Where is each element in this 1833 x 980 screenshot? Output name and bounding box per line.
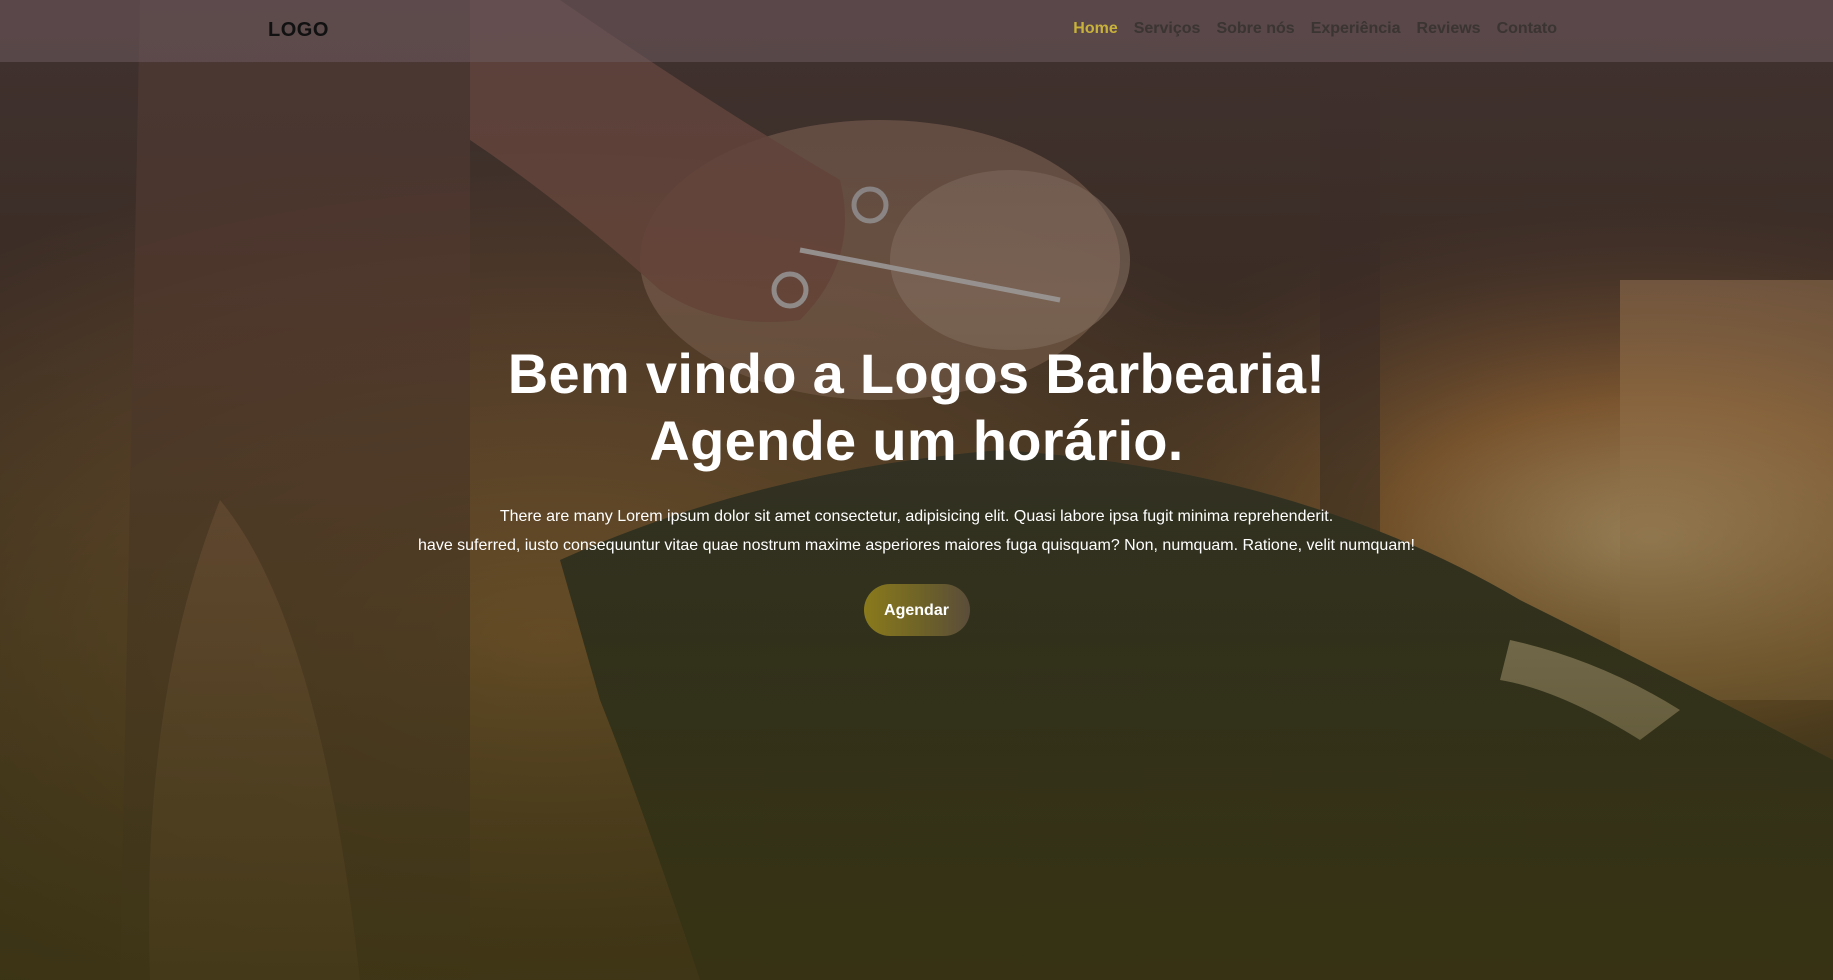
headline-line-1: Bem vindo a Logos Barbearia! — [507, 342, 1326, 405]
main-nav: Home Serviços Sobre nós Experiência Revi… — [1073, 20, 1557, 38]
paragraph-line-1: There are many Lorem ipsum dolor sit ame… — [499, 508, 1334, 525]
nav-item-experiencia[interactable]: Experiência — [1311, 20, 1401, 38]
logo[interactable]: LOGO — [268, 19, 329, 42]
nav-item-home[interactable]: Home — [1073, 20, 1117, 38]
nav-item-reviews[interactable]: Reviews — [1417, 20, 1481, 38]
navbar: LOGO Home Serviços Sobre nós Experiência… — [0, 0, 1833, 62]
hero-headline: Bem vindo a Logos Barbearia! Agende um h… — [0, 340, 1833, 474]
nav-item-sobre-nos[interactable]: Sobre nós — [1216, 20, 1294, 38]
nav-item-servicos[interactable]: Serviços — [1134, 20, 1201, 38]
nav-item-contato[interactable]: Contato — [1497, 20, 1557, 38]
headline-line-2: Agende um horário. — [649, 409, 1184, 472]
hero-content: Bem vindo a Logos Barbearia! Agende um h… — [0, 340, 1833, 636]
paragraph-line-2: have suferred, iusto consequuntur vitae … — [418, 537, 1415, 554]
hero-paragraph: There are many Lorem ipsum dolor sit ame… — [0, 502, 1833, 560]
agendar-button[interactable]: Agendar — [863, 584, 970, 636]
hero-section: LOGO Home Serviços Sobre nós Experiência… — [0, 0, 1833, 980]
